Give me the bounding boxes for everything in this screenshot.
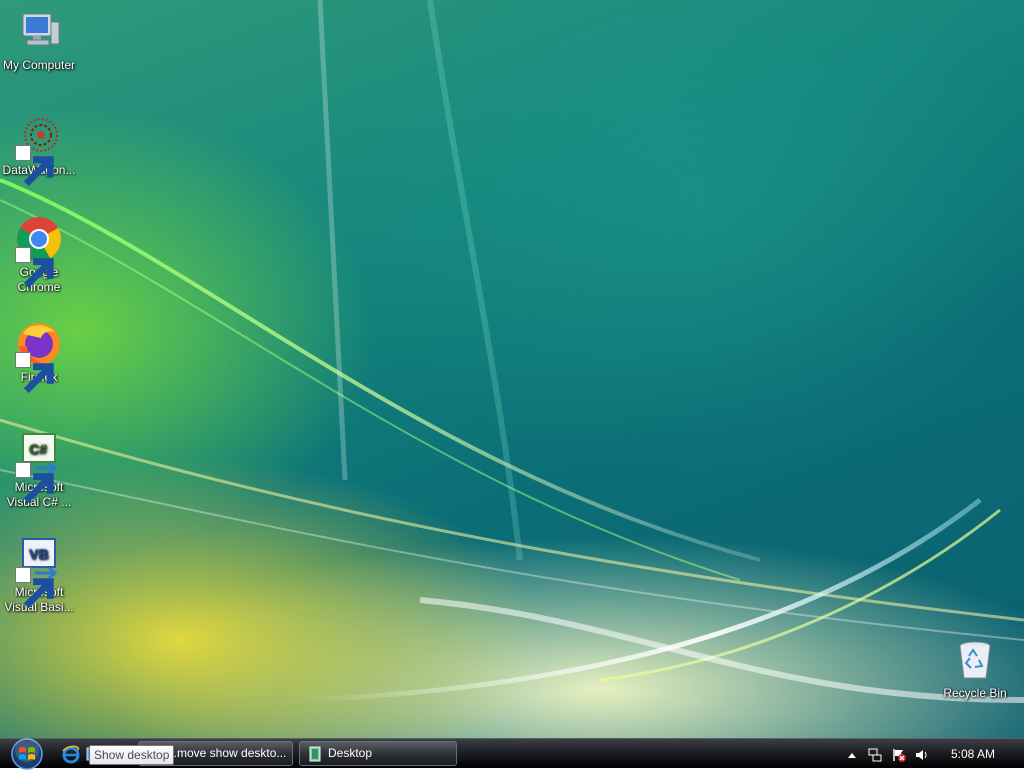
taskbar-button-desktop[interactable]: Desktop [299, 741, 457, 766]
taskbar-button-label: ...move show deskto... [167, 746, 287, 760]
start-button[interactable] [8, 737, 46, 771]
network-icon[interactable] [868, 748, 882, 762]
desktop-icon-datawagon[interactable]: DataWagon... [0, 113, 78, 187]
desktop-icon-firefox[interactable]: Firefox [0, 320, 78, 394]
recycle-bin-icon [951, 636, 999, 684]
internet-explorer-icon[interactable] [61, 744, 81, 764]
show-hidden-icons-arrow[interactable] [845, 749, 859, 763]
visual-basic-icon: VB [15, 535, 63, 609]
shortcut-arrow-icon [15, 247, 54, 289]
desktop-icon-visual-csharp[interactable]: C# Microsoft Visual C# ... [0, 430, 78, 510]
volume-icon[interactable] [915, 748, 929, 762]
computer-icon [15, 8, 63, 56]
clock[interactable]: 5:08 AM [944, 747, 1002, 761]
svg-text:VB: VB [29, 546, 48, 562]
desktop-icon-google-chrome[interactable]: Google Chrome [0, 215, 78, 295]
desktop-icon-visual-basic[interactable]: VB Microsoft Visual Basi... [0, 535, 78, 615]
chrome-icon [15, 215, 63, 289]
visual-csharp-icon: C# [15, 430, 63, 504]
windows-orb-icon [11, 738, 43, 770]
desktop[interactable]: My Computer DataWagon... Google Chrome F… [0, 0, 1024, 738]
shortcut-arrow-icon [15, 567, 54, 609]
show-desktop-tooltip: Show desktop [89, 745, 175, 765]
shortcut-arrow-icon [15, 352, 54, 394]
desktop-icon-label: My Computer [2, 58, 76, 72]
datawagon-icon [15, 113, 63, 187]
security-alert-icon[interactable] [892, 748, 906, 762]
wallpaper-waves [0, 0, 1024, 703]
shortcut-arrow-icon [15, 145, 54, 187]
svg-text:C#: C# [29, 441, 47, 457]
desktop-icon-label: Recycle Bin [943, 686, 1007, 700]
desktop-icon-recycle-bin[interactable]: Recycle Bin [936, 636, 1014, 701]
desktop-icon-my-computer[interactable]: My Computer [0, 8, 78, 73]
folder-icon [308, 746, 322, 762]
taskbar-button-label: Desktop [328, 746, 373, 760]
firefox-icon [15, 320, 63, 394]
shortcut-arrow-icon [15, 462, 54, 504]
